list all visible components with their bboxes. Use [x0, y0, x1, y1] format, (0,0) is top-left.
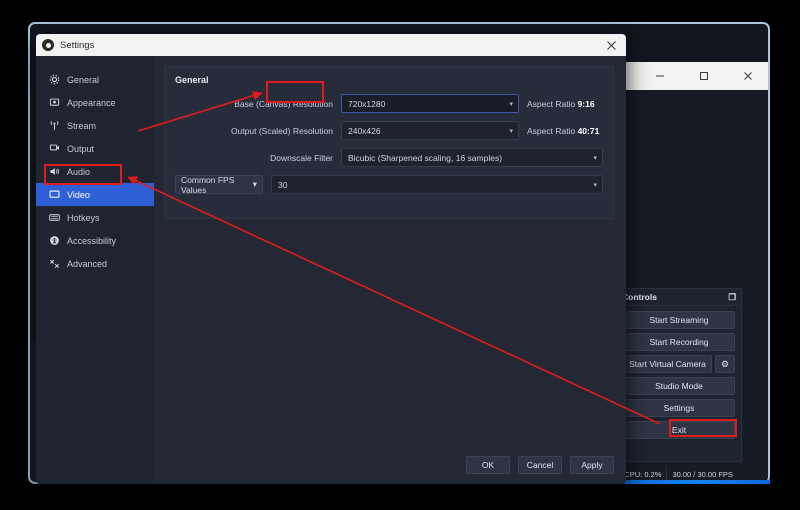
output-scaled-resolution-combo[interactable]: 240x426 ▾ — [341, 121, 519, 140]
output-aspect-ratio: Aspect Ratio 40:71 — [519, 126, 603, 136]
downscale-filter-value: Bicubic (Sharpened scaling, 16 samples) — [348, 152, 503, 163]
start-streaming-button[interactable]: Start Streaming — [623, 311, 735, 329]
sidebar-item-output[interactable]: Output — [36, 137, 154, 160]
settings-title-bar: Settings — [36, 34, 626, 56]
base-canvas-resolution-combo[interactable]: 720x1280 ▾ — [341, 94, 519, 113]
downscale-filter-combo[interactable]: Bicubic (Sharpened scaling, 16 samples) … — [341, 148, 603, 167]
monitor-icon — [48, 189, 60, 201]
screen: ❐ ▾ ⌃ ⌄ ⋮ Controls ❐ Start Streaming Sta… — [0, 0, 800, 510]
highlight-video-tab — [44, 164, 122, 185]
sidebar-item-video[interactable]: Video — [36, 183, 154, 206]
highlight-settings-button — [669, 419, 737, 437]
settings-dialog-title: Settings — [60, 39, 95, 51]
sidebar-item-label: General — [67, 74, 100, 85]
settings-dialog-body: General Appearance Stream Output Audio V… — [36, 56, 626, 484]
base-resolution-row: Base (Canvas) Resolution 720x1280 ▾ Aspe… — [175, 94, 603, 113]
fps-value-combo[interactable]: 30 ▾ — [271, 175, 603, 194]
appearance-icon — [48, 97, 60, 109]
sidebar-item-label: Stream — [67, 120, 97, 131]
chevron-down-icon: ▾ — [593, 181, 597, 189]
sidebar-item-label: Accessibility — [67, 235, 117, 246]
cancel-button[interactable]: Cancel — [518, 456, 562, 474]
sidebar-item-label: Appearance — [67, 97, 116, 108]
output-resolution-label: Output (Scaled) Resolution — [230, 125, 333, 136]
settings-button[interactable]: Settings — [623, 399, 735, 417]
virtual-camera-gear-icon[interactable]: ⚙ — [715, 355, 735, 373]
section-title: General — [175, 75, 209, 85]
chevron-down-icon: ▾ — [509, 127, 513, 135]
sidebar-item-label: Advanced — [67, 258, 108, 269]
settings-content-pane: General Base (Canvas) Resolution 720x128… — [154, 56, 626, 484]
settings-dialog: Settings General Appearance Stream Outpu… — [36, 34, 626, 484]
output-aspect-value: 40:71 — [577, 125, 600, 136]
fps-type-combo[interactable]: Common FPS Values ▾ — [175, 174, 263, 195]
start-recording-button[interactable]: Start Recording — [623, 333, 735, 351]
antenna-icon — [48, 120, 60, 132]
output-aspect-prefix: Aspect Ratio — [527, 125, 578, 136]
keyboard-icon — [48, 212, 60, 224]
sidebar-item-accessibility[interactable]: Accessibility — [36, 229, 154, 252]
video-general-card: General Base (Canvas) Resolution 720x128… — [164, 66, 614, 219]
chevron-down-icon: ▾ — [509, 100, 513, 108]
virtual-camera-row: Start Virtual Camera ⚙ — [623, 355, 735, 373]
settings-sidebar: General Appearance Stream Output Audio V… — [36, 56, 154, 484]
base-aspect-prefix: Aspect Ratio — [527, 98, 578, 109]
sidebar-item-hotkeys[interactable]: Hotkeys — [36, 206, 154, 229]
popout-dock-icon[interactable]: ❐ — [728, 292, 736, 303]
fps-type-label: Common FPS Values — [181, 174, 235, 195]
start-virtual-camera-button[interactable]: Start Virtual Camera — [623, 355, 712, 373]
output-icon — [48, 143, 60, 155]
fps-row: Common FPS Values ▾ 30 ▾ — [175, 174, 603, 195]
sidebar-item-label: Output — [67, 143, 95, 154]
sidebar-item-general[interactable]: General — [36, 68, 154, 91]
downscale-filter-row: Downscale Filter Bicubic (Sharpened scal… — [175, 148, 603, 167]
obs-logo-icon — [42, 39, 54, 51]
ok-button[interactable]: OK — [466, 456, 510, 474]
highlight-base-resolution — [266, 81, 324, 103]
sidebar-item-appearance[interactable]: Appearance — [36, 91, 154, 114]
output-resolution-value: 240x426 — [348, 125, 381, 136]
base-resolution-value: 720x1280 — [348, 98, 386, 109]
base-aspect-ratio: Aspect Ratio 9:16 — [519, 99, 603, 109]
sidebar-item-advanced[interactable]: Advanced — [36, 252, 154, 275]
close-icon[interactable] — [600, 34, 622, 56]
sidebar-item-label: Video — [67, 189, 90, 200]
controls-dock-header: Controls ❐ — [617, 289, 741, 306]
settings-footer: OK Cancel Apply — [466, 456, 614, 474]
sidebar-item-stream[interactable]: Stream — [36, 114, 154, 137]
studio-mode-button[interactable]: Studio Mode — [623, 377, 735, 395]
gear-icon — [48, 74, 60, 86]
chevron-down-icon: ▾ — [252, 179, 257, 189]
fps-value: 30 — [278, 179, 288, 190]
chevron-down-icon: ▾ — [593, 154, 597, 162]
output-resolution-row: Output (Scaled) Resolution 240x426 ▾ Asp… — [175, 121, 603, 140]
base-aspect-value: 9:16 — [577, 98, 595, 109]
sidebar-item-label: Hotkeys — [67, 212, 100, 223]
downscale-filter-label: Downscale Filter — [270, 152, 333, 163]
wrench-icon — [48, 258, 60, 270]
accessibility-icon — [48, 235, 60, 247]
apply-button[interactable]: Apply — [570, 456, 614, 474]
controls-dock-title: Controls — [622, 292, 657, 302]
